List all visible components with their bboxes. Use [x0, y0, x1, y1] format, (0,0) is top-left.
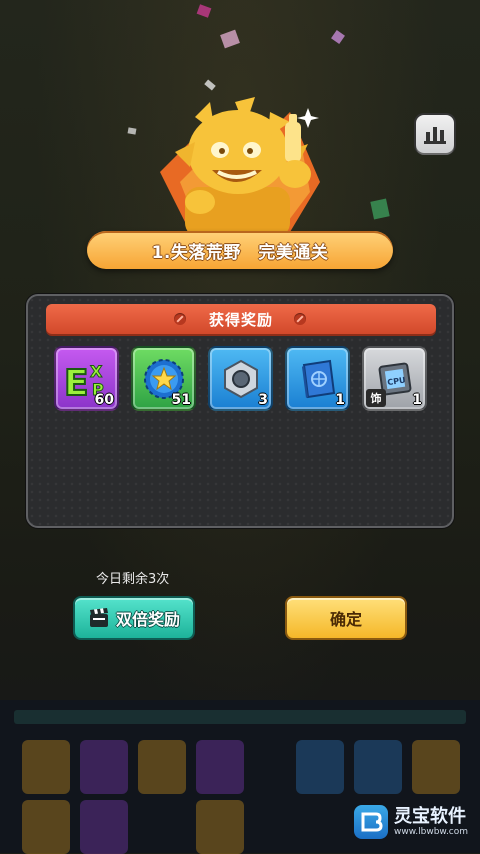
reward-item-exp[interactable]: E X P 60	[54, 346, 119, 411]
accessory-tag: 饰	[366, 389, 386, 407]
watermark-name: 灵宝软件	[394, 806, 466, 827]
confetti	[370, 198, 390, 220]
header-screw-icon	[294, 313, 306, 325]
hero-statue	[150, 82, 330, 242]
stage-title: 1.失落荒野 完美通关	[151, 242, 329, 263]
reward-item-hex-nut[interactable]: 3	[208, 346, 273, 411]
reward-count: 60	[94, 392, 114, 408]
watermark-logo-icon	[354, 805, 388, 839]
watermark: 灵宝软件 www.lbwbw.com	[354, 805, 468, 839]
svg-text:X: X	[90, 362, 103, 381]
reward-item-cpu-chip[interactable]: CPU 饰 1	[362, 346, 427, 411]
reward-item-bottle-cap[interactable]: 51	[131, 346, 196, 411]
reward-count: 3	[258, 392, 268, 408]
reward-items: E X P 60 51 3 1 CPU 饰 1	[54, 346, 427, 411]
reward-count: 1	[335, 392, 345, 408]
rewards-panel: 获得奖励 E X P 60 51 3 1 CPU 饰 1	[26, 294, 454, 528]
remaining-times: 今日剩余3次	[96, 572, 170, 587]
stage-clear-banner: 1.失落荒野 完美通关	[87, 231, 393, 269]
confirm-label: 确定	[329, 610, 362, 629]
double-reward-button[interactable]: 双倍奖励	[73, 596, 195, 640]
header-screw-icon	[174, 313, 186, 325]
reward-item-blueprint-book[interactable]: 1	[285, 346, 350, 411]
reward-count: 51	[171, 392, 191, 408]
bar-chart-icon	[424, 127, 446, 144]
watermark-url: www.lbwbw.com	[394, 827, 469, 837]
confetti	[127, 127, 137, 135]
rewards-title: 获得奖励	[208, 310, 273, 329]
confirm-button[interactable]: 确定	[285, 596, 407, 640]
svg-text:E: E	[64, 363, 89, 403]
rewards-header: 获得奖励	[46, 304, 436, 334]
double-reward-label: 双倍奖励	[115, 610, 180, 629]
reward-count: 1	[412, 392, 422, 408]
film-clapper-icon	[89, 608, 108, 627]
stats-button[interactable]	[416, 115, 454, 153]
